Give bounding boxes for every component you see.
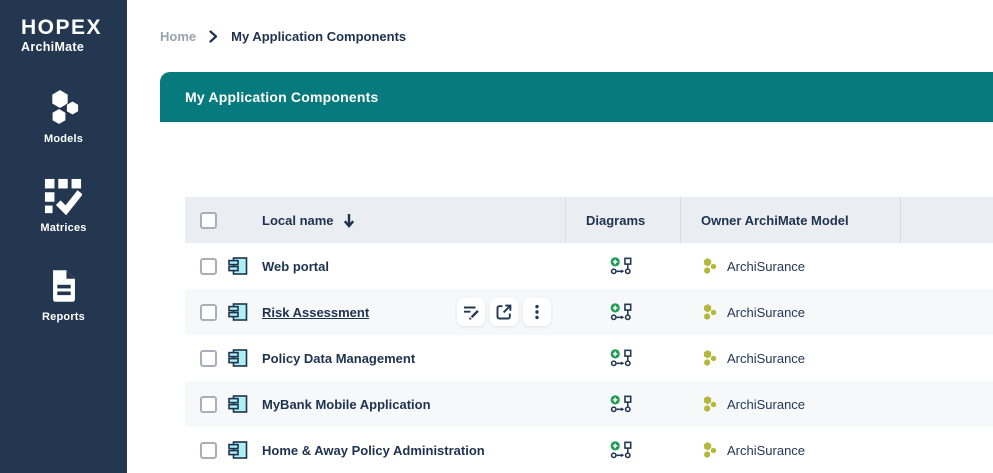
app-window: HOPEX ArchiMate Models Matrices Reports … [0, 0, 993, 473]
table-row[interactable]: Policy Data Management ArchiSurance [185, 335, 993, 381]
breadcrumb-current: My Application Components [231, 28, 407, 44]
row-checkbox[interactable] [200, 441, 217, 459]
empty-cell [900, 335, 993, 381]
grid-check-icon [44, 177, 83, 217]
sidebar-item-reports[interactable]: Reports [42, 266, 85, 323]
table-header-row: Local name Diagrams Owner ArchiMate Mode… [185, 197, 993, 243]
archisurance-hexagon-icon [700, 440, 719, 460]
main-content: Home My Application Components My Applic… [127, 0, 993, 473]
application-component-icon [228, 303, 248, 321]
sidebar-item-models[interactable]: Models [44, 88, 84, 145]
archisurance-hexagon-icon [700, 348, 719, 368]
table-row[interactable]: MyBank Mobile Application ArchiSurance [185, 381, 993, 427]
column-header-local-name[interactable]: Local name [262, 213, 334, 228]
sidebar-item-label: Models [43, 133, 84, 146]
toolbar-space [127, 122, 993, 197]
sidebar-item-label: Reports [42, 311, 85, 324]
component-name-link[interactable]: MyBank Mobile Application [262, 397, 431, 412]
table-row[interactable]: Risk Assessment ArchiSurance [185, 289, 993, 335]
app-logo: HOPEX ArchiMate [0, 0, 127, 54]
owner-model-name: ArchiSurance [727, 350, 806, 366]
logo-title: HOPEX [21, 16, 103, 39]
application-component-icon [228, 395, 248, 413]
table-row[interactable]: Web portal ArchiSurance [185, 243, 993, 289]
empty-cell [900, 243, 993, 289]
component-name-link[interactable]: Policy Data Management [262, 351, 415, 366]
application-component-icon [228, 441, 248, 459]
select-all-checkbox[interactable] [200, 211, 217, 229]
empty-column-header [900, 197, 993, 243]
row-checkbox[interactable] [200, 349, 217, 367]
breadcrumb-home-link[interactable]: Home [160, 29, 196, 44]
panel-header: My Application Components [160, 72, 993, 122]
panel-title: My Application Components [185, 89, 379, 105]
component-name-link[interactable]: Web portal [262, 259, 329, 274]
application-component-icon [228, 257, 248, 275]
open-in-new-action-button[interactable] [490, 298, 518, 326]
logo-subtitle: ArchiMate [21, 40, 85, 55]
breadcrumb: Home My Application Components [127, 0, 993, 72]
component-name-link[interactable]: Risk Assessment [262, 305, 369, 320]
archisurance-hexagon-icon [700, 302, 719, 322]
sort-descending-icon [343, 213, 355, 228]
sidebar-item-matrices[interactable]: Matrices [40, 177, 86, 234]
more-actions-button[interactable] [523, 298, 551, 326]
owner-model-name: ArchiSurance [727, 442, 806, 458]
empty-cell [900, 381, 993, 427]
sidebar: HOPEX ArchiMate Models Matrices Reports [0, 0, 127, 473]
diagram-graph-icon[interactable] [610, 256, 633, 276]
edit-action-button[interactable] [457, 298, 485, 326]
empty-cell [900, 427, 993, 473]
diagram-graph-icon[interactable] [610, 302, 633, 322]
row-checkbox[interactable] [200, 257, 217, 275]
components-table: Local name Diagrams Owner ArchiMate Mode… [185, 197, 993, 473]
archisurance-hexagon-icon [700, 256, 719, 276]
component-name-link[interactable]: Home & Away Policy Administration [262, 443, 485, 458]
diagram-graph-icon[interactable] [610, 440, 633, 460]
document-icon [49, 266, 79, 306]
diagram-graph-icon[interactable] [610, 348, 633, 368]
owner-model-name: ArchiSurance [727, 396, 806, 412]
owner-model-name: ArchiSurance [727, 258, 806, 274]
owner-model-name: ArchiSurance [727, 304, 806, 320]
hexagon-cluster-icon [44, 88, 84, 128]
table-row[interactable]: Home & Away Policy Administration ArchiS… [185, 427, 993, 473]
row-checkbox[interactable] [200, 303, 217, 321]
sidebar-item-label: Matrices [40, 222, 87, 235]
sidebar-nav: Models Matrices Reports [0, 88, 127, 355]
chevron-right-icon [209, 29, 218, 43]
row-checkbox[interactable] [200, 395, 217, 413]
empty-cell [900, 289, 993, 335]
column-header-owner[interactable]: Owner ArchiMate Model [701, 213, 849, 228]
column-header-diagrams[interactable]: Diagrams [586, 213, 645, 228]
application-component-icon [228, 349, 248, 367]
diagram-graph-icon[interactable] [610, 394, 633, 414]
row-actions [457, 298, 551, 326]
archisurance-hexagon-icon [700, 394, 719, 414]
